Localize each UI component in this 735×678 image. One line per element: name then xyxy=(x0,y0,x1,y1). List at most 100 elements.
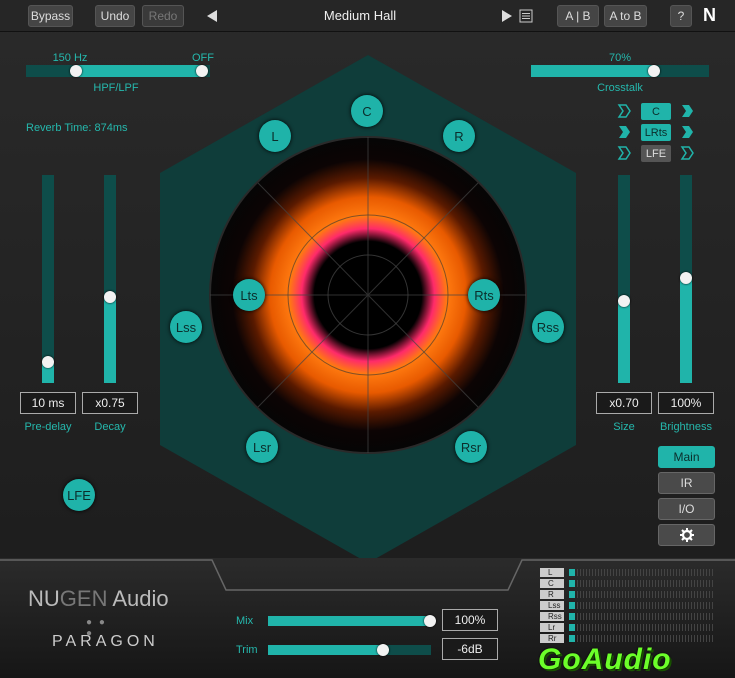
meter-bar xyxy=(569,613,575,620)
decay-label: Decay xyxy=(94,421,126,433)
chevron-right-icon[interactable] xyxy=(617,125,631,139)
product-name: PARAGON xyxy=(52,633,159,650)
size-knob[interactable] xyxy=(618,295,630,307)
chevron-right-icon[interactable] xyxy=(680,146,694,160)
brand-name: NUGEN Audio xyxy=(28,586,169,612)
crosstalk-label: Crosstalk xyxy=(597,82,643,94)
meter-bar xyxy=(569,635,575,642)
speaker-rsr[interactable]: Rsr xyxy=(455,431,487,463)
trim-label: Trim xyxy=(236,644,258,656)
meter-label: C xyxy=(540,579,564,588)
gear-icon xyxy=(679,528,694,542)
mix-fill xyxy=(268,616,431,626)
io-tab-button[interactable]: I/O xyxy=(658,498,715,520)
brightness-knob[interactable] xyxy=(680,272,692,284)
next-preset-icon[interactable] xyxy=(501,10,513,22)
meter-row: Lr xyxy=(540,623,715,632)
preset-name[interactable]: Medium Hall xyxy=(300,8,420,23)
channel-lfe-button[interactable]: LFE xyxy=(641,145,671,162)
meter-bar xyxy=(569,569,575,576)
ab-toggle-button[interactable]: A | B xyxy=(557,5,599,27)
brand-gen: GEN xyxy=(59,586,108,611)
preset-list-icon[interactable] xyxy=(519,9,533,23)
trim-value[interactable]: -6dB xyxy=(442,638,498,660)
ir-tab-button[interactable]: IR xyxy=(658,472,715,494)
hpf-knob[interactable] xyxy=(70,65,82,77)
mix-knob[interactable] xyxy=(424,615,436,627)
meter-label: L xyxy=(540,568,564,577)
nugen-logo: N xyxy=(703,5,716,25)
brightness-value[interactable]: 100% xyxy=(658,392,714,414)
undo-button[interactable]: Undo xyxy=(95,5,135,27)
chevron-right-icon[interactable] xyxy=(680,125,694,139)
predelay-slider[interactable] xyxy=(42,175,54,383)
speaker-lfe[interactable]: LFE xyxy=(63,479,95,511)
help-button[interactable]: ? xyxy=(670,5,692,27)
paragon-plugin-window: Bypass Undo Redo Medium Hall A | B A to … xyxy=(0,0,735,678)
brightness-label: Brightness xyxy=(660,421,712,433)
meter-scale xyxy=(577,580,715,587)
chevron-right-icon[interactable] xyxy=(680,104,694,118)
size-slider[interactable] xyxy=(618,175,630,383)
meter-scale xyxy=(577,591,715,598)
chevron-right-icon[interactable] xyxy=(617,104,631,118)
speaker-c[interactable]: C xyxy=(351,95,383,127)
predelay-value[interactable]: 10 ms xyxy=(20,392,76,414)
mix-value[interactable]: 100% xyxy=(442,609,498,631)
meter-bar xyxy=(569,591,575,598)
meter-bar xyxy=(569,602,575,609)
predelay-knob[interactable] xyxy=(42,356,54,368)
meter-scale xyxy=(577,635,715,642)
speaker-field-hexagon xyxy=(160,55,576,563)
settings-button[interactable] xyxy=(658,524,715,546)
meter-label: Rr xyxy=(540,634,564,643)
speaker-rts[interactable]: Rts xyxy=(468,279,500,311)
trim-knob[interactable] xyxy=(377,644,389,656)
meter-label: Rss xyxy=(540,612,564,621)
previous-preset-icon[interactable] xyxy=(206,10,218,22)
bypass-button[interactable]: Bypass xyxy=(28,5,73,27)
crosstalk-knob[interactable] xyxy=(648,65,660,77)
reverb-time: Reverb Time: 874ms xyxy=(26,122,128,134)
size-value[interactable]: x0.70 xyxy=(596,392,652,414)
meter-row: Rss xyxy=(540,612,715,621)
size-label: Size xyxy=(613,421,635,433)
meter-label: R xyxy=(540,590,564,599)
meter-label: Lss xyxy=(540,601,564,610)
trim-fill xyxy=(268,645,384,655)
chevron-right-icon[interactable] xyxy=(617,146,631,160)
decay-slider[interactable] xyxy=(104,175,116,383)
meter-scale xyxy=(577,569,715,576)
speaker-lts[interactable]: Lts xyxy=(233,279,265,311)
decay-value[interactable]: x0.75 xyxy=(82,392,138,414)
redo-button[interactable]: Redo xyxy=(142,5,184,27)
meter-row: C xyxy=(540,579,715,588)
meter-row: Rr xyxy=(540,634,715,643)
speaker-rss[interactable]: Rss xyxy=(532,311,564,343)
meter-row: L xyxy=(540,568,715,577)
meter-scale xyxy=(577,602,715,609)
brand-nu: NU xyxy=(28,586,60,611)
speaker-r[interactable]: R xyxy=(443,120,475,152)
speaker-lss[interactable]: Lss xyxy=(170,311,202,343)
watermark: GoAudio xyxy=(538,644,672,676)
main-tab-button[interactable]: Main xyxy=(658,446,715,468)
a-to-b-button[interactable]: A to B xyxy=(604,5,647,27)
brightness-fill xyxy=(680,278,692,383)
mix-slider[interactable] xyxy=(268,616,431,626)
decay-fill xyxy=(104,295,116,383)
meter-row: Lss xyxy=(540,601,715,610)
meter-scale xyxy=(577,613,715,620)
hpf-value: 150 Hz xyxy=(52,52,88,64)
meter-bar xyxy=(569,624,575,631)
channel-lrts-button[interactable]: LRts xyxy=(641,124,671,141)
speaker-lsr[interactable]: Lsr xyxy=(246,431,278,463)
crosstalk-value: 70% xyxy=(608,52,632,64)
decay-knob[interactable] xyxy=(104,291,116,303)
trim-slider[interactable] xyxy=(268,645,431,655)
hpf-lpf-label: HPF/LPF xyxy=(93,82,139,94)
size-fill xyxy=(618,300,630,383)
meter-bar xyxy=(569,580,575,587)
speaker-l[interactable]: L xyxy=(259,120,291,152)
channel-c-button[interactable]: C xyxy=(641,103,671,120)
